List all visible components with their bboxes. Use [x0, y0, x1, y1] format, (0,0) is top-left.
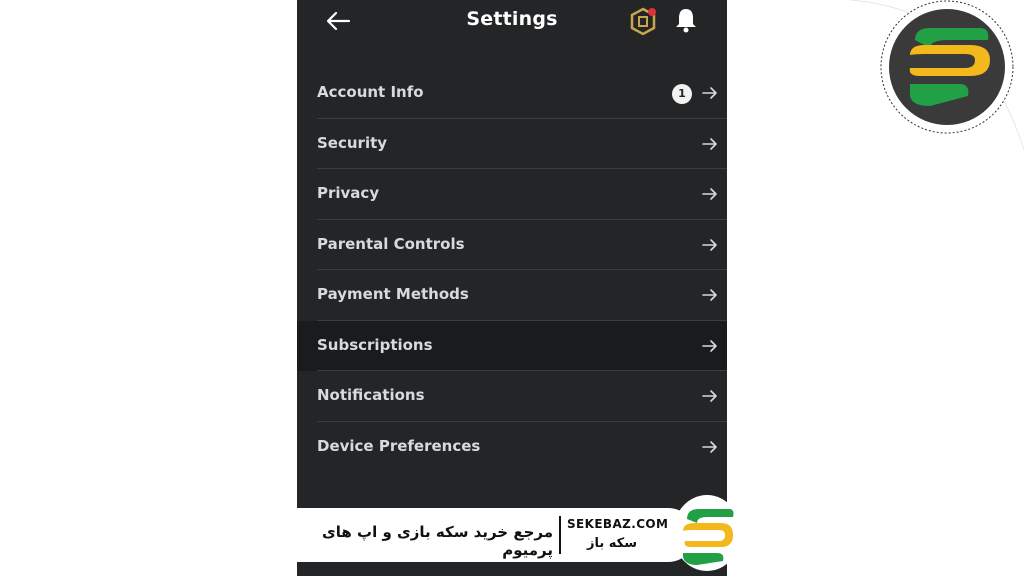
arrow-right-icon: [702, 390, 717, 402]
arrow-right-icon: [702, 188, 717, 200]
banner-brand: سکه باز: [586, 536, 637, 551]
menu-item-label: Notifications: [317, 386, 425, 404]
menu-item-label: Security: [317, 133, 388, 152]
menu-item-notifications[interactable]: Notifications: [297, 371, 727, 422]
watermark-logo: [830, 0, 1024, 170]
promo-banner: مرجع خرید سکه بازی و اپ های پرمیوم SEKEB…: [297, 508, 695, 562]
menu-item-subscriptions[interactable]: Subscriptions: [297, 320, 727, 371]
brand-logo: [673, 495, 741, 571]
menu-item-account-info[interactable]: Account Info 1: [297, 68, 727, 119]
menu-item-label: Subscriptions: [317, 335, 433, 354]
arrow-right-icon: [702, 137, 717, 150]
menu-item-device-preferences[interactable]: Device Preferences: [297, 422, 727, 473]
settings-screen: Settings Account Info 1 Security Privacy…: [297, 0, 727, 576]
menu-item-label: Parental Controls: [317, 234, 465, 253]
arrow-right-icon: [702, 440, 717, 453]
menu-item-privacy[interactable]: Privacy: [297, 169, 727, 220]
menu-item-parental-controls[interactable]: Parental Controls: [297, 220, 727, 270]
menu-item-label: Device Preferences: [317, 436, 481, 455]
arrow-right-icon: [702, 339, 717, 352]
bell-icon: [676, 9, 696, 33]
page-title: Settings: [466, 8, 558, 30]
menu-item-label: Privacy: [317, 184, 380, 202]
top-bar: Settings: [297, 0, 727, 44]
menu-item-label: Payment Methods: [317, 285, 469, 303]
robux-button[interactable]: [630, 6, 658, 36]
robux-icon: [630, 7, 656, 36]
arrow-right-icon: [702, 87, 717, 99]
menu-item-security[interactable]: Security: [297, 119, 727, 169]
banner-tagline: مرجع خرید سکه بازی و اپ های پرمیوم: [322, 523, 553, 559]
banner-domain: SEKEBAZ.COM: [567, 517, 669, 531]
arrow-right-icon: [702, 289, 717, 301]
settings-menu: Account Info 1 Security Privacy Parental…: [297, 68, 727, 472]
notification-badge: 1: [672, 84, 692, 104]
notifications-button[interactable]: [674, 6, 698, 34]
arrow-right-icon: [702, 238, 717, 251]
banner-separator: [559, 516, 561, 554]
menu-item-payment-methods[interactable]: Payment Methods: [297, 270, 727, 321]
menu-item-label: Account Info: [317, 83, 424, 101]
